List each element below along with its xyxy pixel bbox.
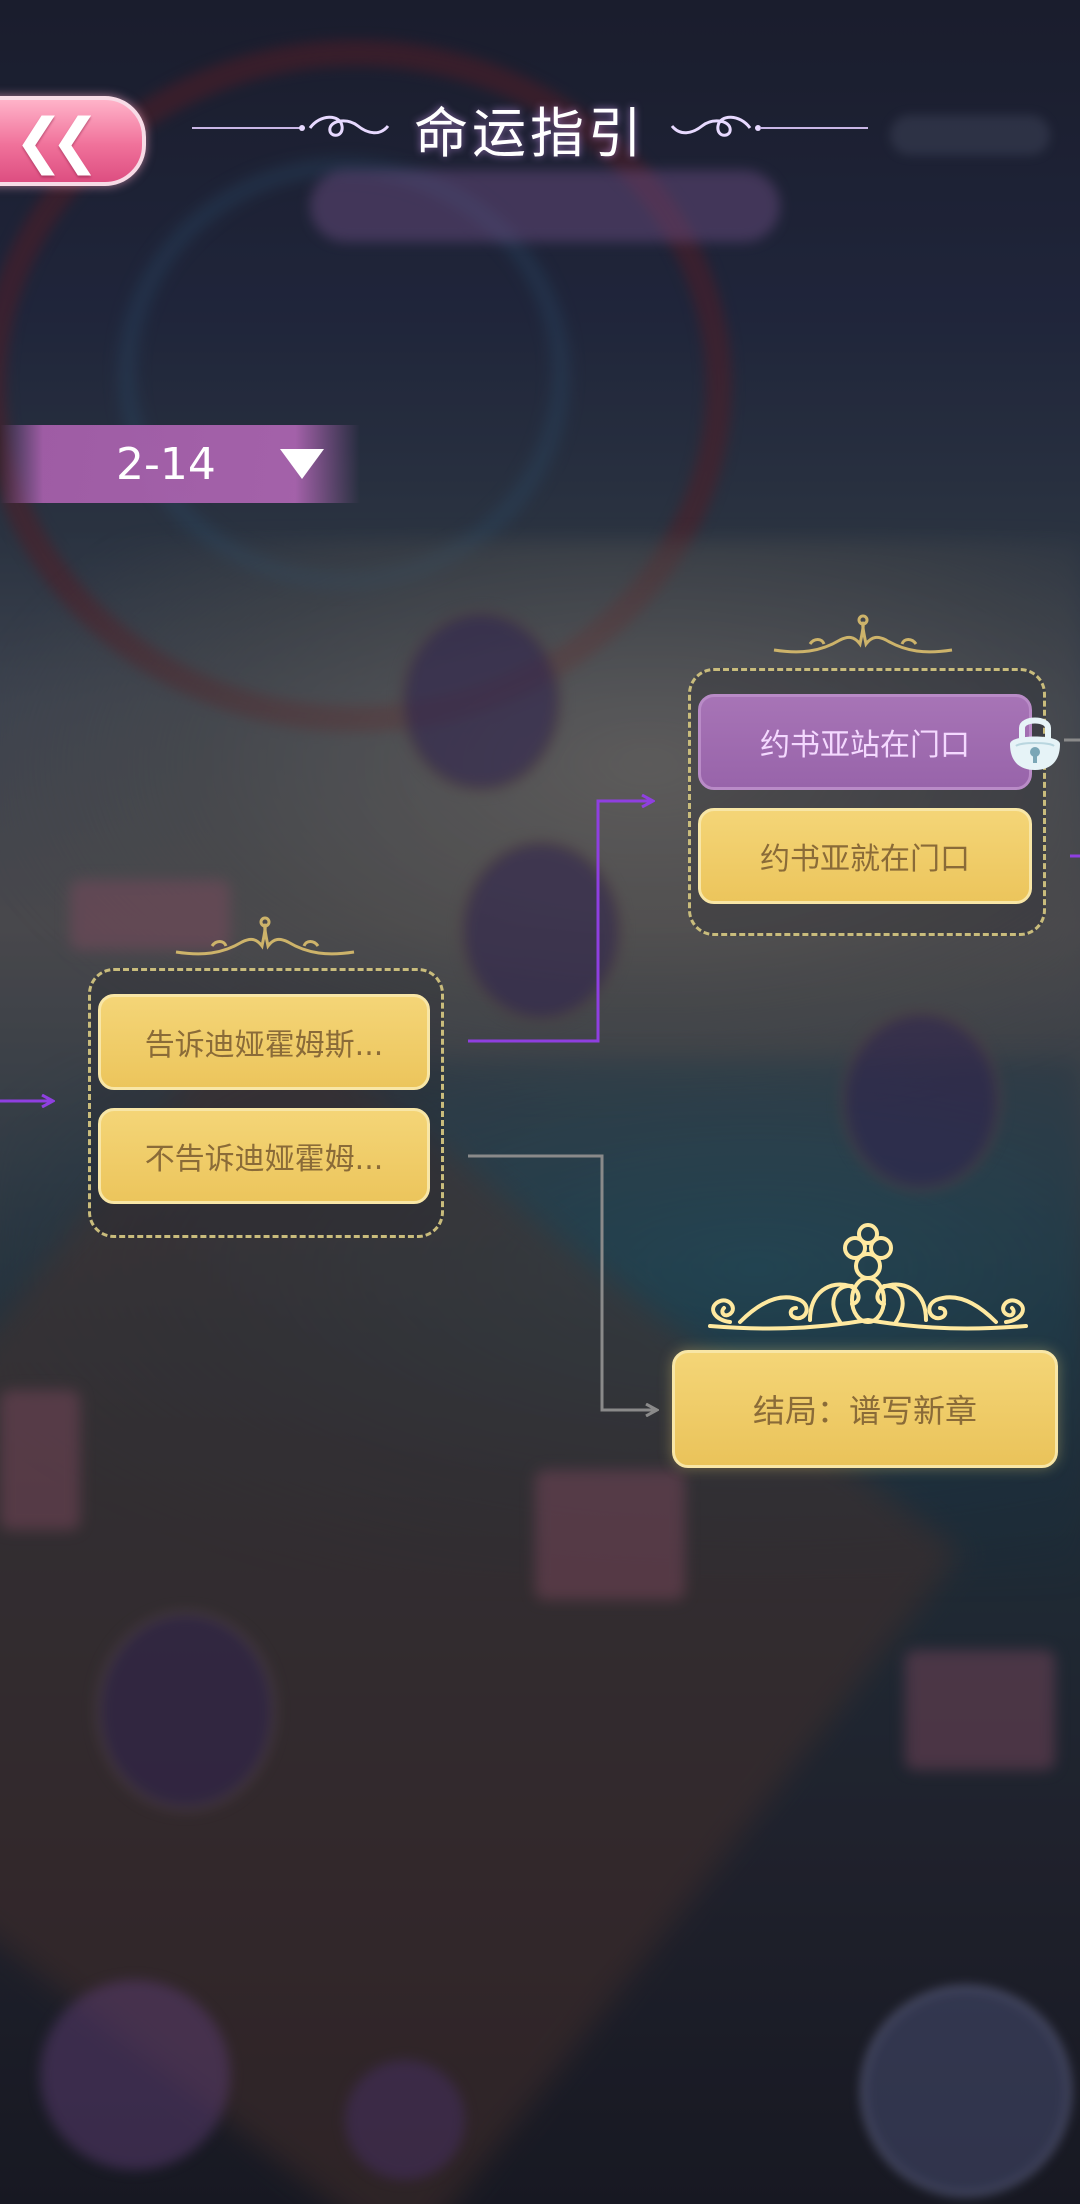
branch-path-to-ending (468, 1154, 656, 1410)
choice-option-label: 约书亚就在门口 (760, 842, 970, 877)
choice-option-label: 告诉迪娅霍姆斯... (144, 1028, 384, 1063)
triangle-down-icon (279, 449, 324, 479)
title-flourish-right-icon (670, 115, 868, 137)
ending-label: 结局：谱写新章 (752, 1392, 977, 1430)
crown-icon (708, 1223, 1028, 1331)
small-crown-icon (773, 614, 953, 654)
choice-option[interactable]: 告诉迪娅霍姆斯... (98, 994, 430, 1090)
choice-option-locked[interactable]: 约书亚站在门口 (698, 694, 1032, 790)
page-title: 命运指引 (414, 101, 646, 165)
story-branch-screen: ❮❮ 命运指引 2-14 告诉迪娅霍姆斯... 不告诉迪娅霍姆... 约书亚站在… (0, 0, 1080, 2204)
choice-option-label: 约书亚站在门口 (760, 728, 970, 763)
choice-option[interactable]: 约书亚就在门口 (698, 808, 1032, 904)
lock-icon (1010, 717, 1060, 770)
choice-option[interactable]: 不告诉迪娅霍姆... (98, 1108, 430, 1204)
chapter-dropdown-value: 2-14 (116, 438, 216, 490)
chapter-dropdown[interactable]: 2-14 (0, 425, 360, 503)
ending-node[interactable]: 结局：谱写新章 (672, 1350, 1058, 1468)
choice-option-label: 不告诉迪娅霍姆... (144, 1142, 384, 1177)
double-chevron-left-icon: ❮❮ (13, 106, 100, 176)
title-flourish-left-icon (192, 115, 390, 137)
page-header: 命运指引 (185, 92, 875, 165)
branch-path-to-group2 (468, 801, 652, 1043)
back-button[interactable]: ❮❮ (0, 96, 146, 186)
small-crown-icon (175, 916, 355, 956)
